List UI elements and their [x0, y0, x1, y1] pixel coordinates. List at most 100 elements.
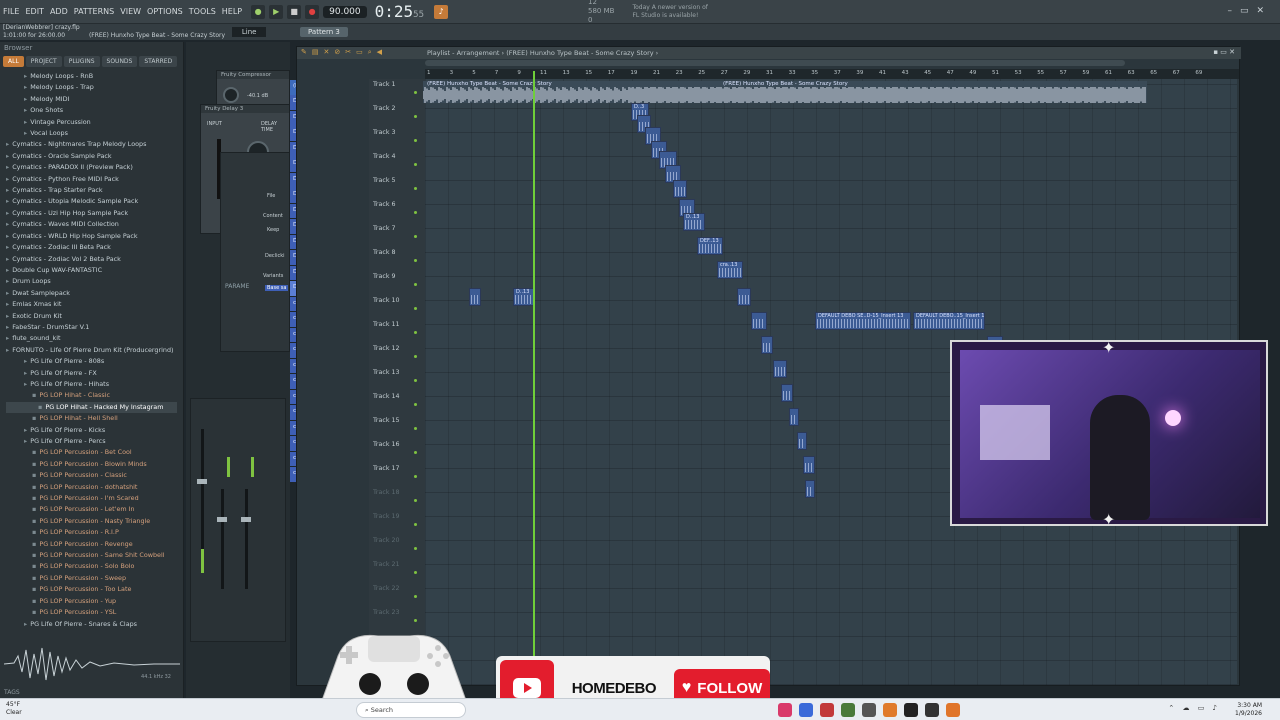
- tempo-display[interactable]: 90.000: [323, 5, 367, 18]
- track-name[interactable]: Track 14: [373, 393, 400, 400]
- browser-item[interactable]: ▸ Melody Loops - RnB: [6, 71, 177, 82]
- browser-item[interactable]: ▸ PG Life Of Pierre - Hihats: [6, 379, 177, 390]
- browser-item[interactable]: ▪ PG LOP Percussion - Bet Cool: [6, 447, 177, 458]
- play-button[interactable]: ▶: [269, 4, 284, 19]
- browser-item[interactable]: ▪ PG LOP Percussion - I'm Scared: [6, 493, 177, 504]
- pattern-clip[interactable]: cra..13: [717, 261, 743, 280]
- insert-fader-cap-2[interactable]: [241, 517, 251, 522]
- browser-item[interactable]: ▪ PG LOP Percussion - dothatshit: [6, 482, 177, 493]
- browser-item[interactable]: ▸ PG Life Of Pierre - 808s: [6, 356, 177, 367]
- insert-fader-1[interactable]: [221, 489, 224, 589]
- threshold-knob[interactable]: [223, 87, 239, 103]
- app-icon-6[interactable]: [883, 703, 897, 717]
- browser-item[interactable]: ▪ PG LOP Percussion - Classic: [6, 470, 177, 481]
- metronome-icon[interactable]: ♪: [434, 4, 449, 19]
- master-fader[interactable]: [201, 429, 204, 569]
- browser-item[interactable]: ▸ Cymatics - Waves MIDI Collection: [6, 219, 177, 230]
- snap-selector[interactable]: Line: [231, 27, 267, 37]
- taskbar-search[interactable]: ⌕ Search: [356, 702, 466, 718]
- mute-tool-icon[interactable]: ⊘: [334, 48, 340, 57]
- track-name[interactable]: Track 9: [373, 273, 396, 280]
- track-mute-led[interactable]: [414, 523, 417, 526]
- app-icon-8[interactable]: [925, 703, 939, 717]
- track-mute-led[interactable]: [414, 547, 417, 550]
- track-name[interactable]: Track 8: [373, 249, 396, 256]
- browser-item[interactable]: ▪ PG LOP Hihat - Classic: [6, 390, 177, 401]
- tab-sounds[interactable]: SOUNDS: [101, 56, 138, 67]
- browser-item[interactable]: ▪ PG LOP Hihat - Hacked My Instagram: [6, 401, 177, 414]
- master-fader-cap[interactable]: [197, 479, 207, 484]
- pattern-clip[interactable]: [805, 479, 815, 498]
- select-tool-icon[interactable]: ▭: [356, 48, 363, 57]
- pattern-clip[interactable]: [751, 311, 767, 330]
- menu-file[interactable]: FILE: [0, 7, 22, 16]
- playhead[interactable]: [533, 71, 535, 683]
- tab-plugins[interactable]: PLUGINS: [63, 56, 100, 67]
- track-mute-led[interactable]: [414, 163, 417, 166]
- pattern-clip[interactable]: [773, 359, 787, 378]
- delete-tool-icon[interactable]: ✕: [324, 48, 330, 57]
- pattern-clip[interactable]: [789, 407, 799, 426]
- track-mute-led[interactable]: [414, 331, 417, 334]
- track-name[interactable]: Track 2: [373, 105, 396, 112]
- browser-item[interactable]: ▸ Cymatics - Utopia Melodic Sample Pack: [6, 196, 177, 207]
- browser-item[interactable]: ▸ Cymatics - WRLD Hip Hop Sample Pack: [6, 231, 177, 242]
- menu-tools[interactable]: TOOLS: [186, 7, 219, 16]
- browser-item[interactable]: ▸ Melody Loops - Trap: [6, 82, 177, 93]
- browser-item[interactable]: ▪ PG LOP Percussion - R.I.P: [6, 527, 177, 538]
- browser-item[interactable]: ▸ Vocal Loops: [6, 128, 177, 139]
- track-mute-led[interactable]: [414, 595, 417, 598]
- track-name[interactable]: Track 6: [373, 201, 396, 208]
- track-name[interactable]: Track 20: [373, 537, 400, 544]
- track-mute-led[interactable]: [414, 427, 417, 430]
- browser-item[interactable]: ▪ PG LOP Percussion - Yup: [6, 596, 177, 607]
- track-mute-led[interactable]: [414, 91, 417, 94]
- track-mute-led[interactable]: [414, 379, 417, 382]
- zoom-tool-icon[interactable]: ⌕: [368, 48, 372, 57]
- pattern-clip[interactable]: [797, 431, 807, 450]
- track-mute-led[interactable]: [414, 499, 417, 502]
- pattern-clip[interactable]: D..13: [683, 213, 705, 232]
- pattern-clip[interactable]: [469, 287, 481, 306]
- track-name[interactable]: Track 7: [373, 225, 396, 232]
- browser-item[interactable]: ▪ PG LOP Percussion - Revenge: [6, 539, 177, 550]
- browser-item[interactable]: ▸ FabeStar - DrumStar V.1: [6, 322, 177, 333]
- menu-edit[interactable]: EDIT: [22, 7, 46, 16]
- browser-item[interactable]: ▸ Melody MIDI: [6, 94, 177, 105]
- track-name[interactable]: Track 1: [373, 81, 396, 88]
- track-name[interactable]: Track 3: [373, 129, 396, 136]
- track-mute-led[interactable]: [414, 259, 417, 262]
- browser-item[interactable]: ▪ PG LOP Percussion - Solo Bolo: [6, 561, 177, 572]
- system-tray[interactable]: ⌃ ☁ ▭ ♪: [1168, 704, 1220, 712]
- browser-item[interactable]: ▸ Cymatics - Nightmares Trap Melody Loops: [6, 139, 177, 150]
- timeline-ruler[interactable]: 1 3 5 7 9 11 13 15 17 19 21 23 25 27 29 31 33 35 37 39 41 43 4…: [425, 69, 1239, 79]
- insert-fader-cap-1[interactable]: [217, 517, 227, 522]
- track-mute-led[interactable]: [414, 619, 417, 622]
- pattern-clip[interactable]: [761, 335, 773, 354]
- app-icon-5[interactable]: [862, 703, 876, 717]
- browser-item[interactable]: ▪ PG LOP Percussion - Same Shit Cowbell: [6, 550, 177, 561]
- browser-item[interactable]: ▸ Cymatics - Oracle Sample Pack: [6, 151, 177, 162]
- app-icon-4[interactable]: [841, 703, 855, 717]
- track-mute-led[interactable]: [414, 475, 417, 478]
- menu-options[interactable]: OPTIONS: [144, 7, 186, 16]
- track-name[interactable]: Track 4: [373, 153, 396, 160]
- taskbar-clock[interactable]: 3:30 AM 1/9/2026: [1235, 702, 1262, 718]
- browser-item[interactable]: ▸ Cymatics - Python Free MIDI Pack: [6, 174, 177, 185]
- menu-patterns[interactable]: PATTERNS: [71, 7, 117, 16]
- track-name[interactable]: Track 22: [373, 585, 400, 592]
- pattern-clip[interactable]: DEFAULT DEBO..15_Insert 13: [913, 311, 985, 330]
- pattern-clip[interactable]: [803, 455, 815, 474]
- playlist-hscroll[interactable]: [425, 60, 1125, 66]
- track-name[interactable]: Track 16: [373, 441, 400, 448]
- browser-item[interactable]: ▪ PG LOP Percussion - YSL: [6, 607, 177, 618]
- browser-item[interactable]: ▸ Cymatics - PARADOX II (Preview Pack): [6, 162, 177, 173]
- track-name[interactable]: Track 10: [373, 297, 400, 304]
- tags-label[interactable]: TAGS: [4, 689, 20, 696]
- track-mute-led[interactable]: [414, 211, 417, 214]
- browser-item[interactable]: ▸ flute_sound_kit: [6, 333, 177, 344]
- audio-clip-main[interactable]: (FREE) Hunxho Type Beat - Some Crazy Sto…: [423, 81, 1147, 103]
- track-mute-led[interactable]: [414, 187, 417, 190]
- paint-tool-icon[interactable]: ▤: [312, 48, 319, 57]
- tab-project[interactable]: PROJECT: [25, 56, 62, 67]
